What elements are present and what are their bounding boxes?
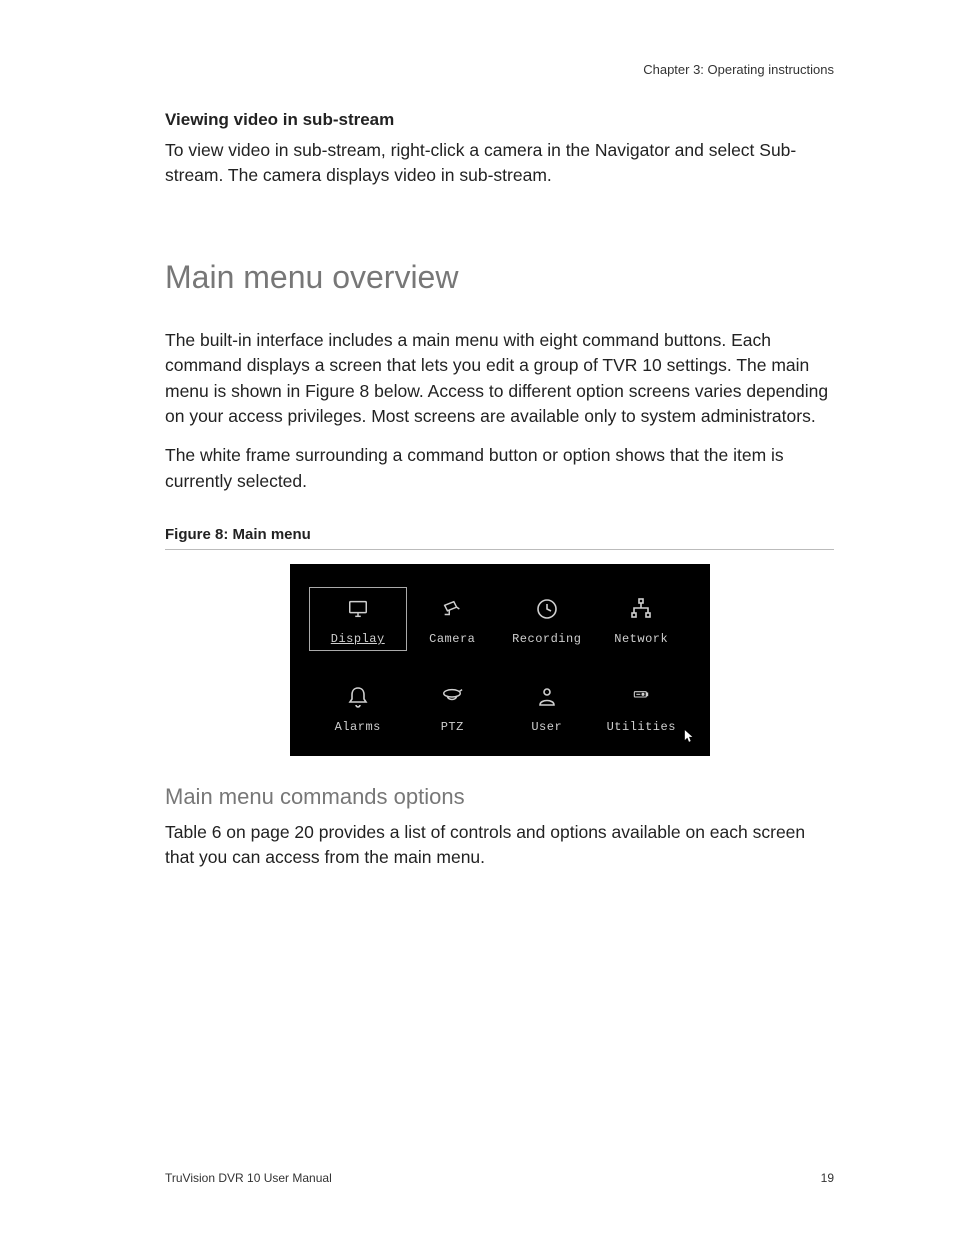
menu-label: PTZ: [441, 720, 464, 734]
figure-caption: Figure 8: Main menu: [165, 526, 834, 550]
menu-label: User: [531, 720, 562, 734]
page-footer: TruVision DVR 10 User Manual 19: [165, 1171, 834, 1185]
page-number: 19: [821, 1171, 834, 1185]
chapter-header: Chapter 3: Operating instructions: [643, 62, 834, 77]
document-page: Chapter 3: Operating instructions Viewin…: [0, 0, 954, 1235]
paragraph: The white frame surrounding a command bu…: [165, 443, 834, 494]
paragraph: To view video in sub-stream, right-click…: [165, 138, 834, 189]
menu-label: Utilities: [607, 720, 676, 734]
paragraph: Table 6 on page 20 provides a list of co…: [165, 820, 834, 871]
battery-icon: [626, 684, 656, 710]
subheading-viewing-substream: Viewing video in sub-stream: [165, 110, 834, 130]
menu-label: Recording: [512, 632, 581, 646]
menu-item-alarms[interactable]: Alarms: [314, 684, 403, 734]
menu-label: Network: [614, 632, 668, 646]
menu-label: Alarms: [335, 720, 381, 734]
heading-main-menu-overview: Main menu overview: [165, 259, 834, 296]
footer-title: TruVision DVR 10 User Manual: [165, 1171, 332, 1185]
menu-item-network[interactable]: Network: [597, 596, 686, 646]
menu-item-utilities[interactable]: Utilities: [597, 684, 686, 734]
menu-label: Display: [331, 632, 385, 646]
menu-item-camera[interactable]: Camera: [408, 596, 497, 646]
heading-main-menu-commands: Main menu commands options: [165, 784, 834, 810]
user-icon: [532, 684, 562, 710]
ptz-icon: [437, 684, 467, 710]
cursor-icon: [684, 729, 694, 746]
menu-item-recording[interactable]: Recording: [503, 596, 592, 646]
monitor-icon: [343, 596, 373, 622]
paragraph: The built-in interface includes a main m…: [165, 328, 834, 430]
menu-item-user[interactable]: User: [503, 684, 592, 734]
figure-wrapper: Display Camera Recording Network: [165, 564, 834, 756]
main-menu-screenshot: Display Camera Recording Network: [290, 564, 710, 756]
network-icon: [626, 596, 656, 622]
menu-item-display[interactable]: Display: [310, 588, 407, 650]
camera-icon: [437, 596, 467, 622]
clock-icon: [532, 596, 562, 622]
menu-label: Camera: [429, 632, 475, 646]
bell-icon: [343, 684, 373, 710]
menu-item-ptz[interactable]: PTZ: [408, 684, 497, 734]
